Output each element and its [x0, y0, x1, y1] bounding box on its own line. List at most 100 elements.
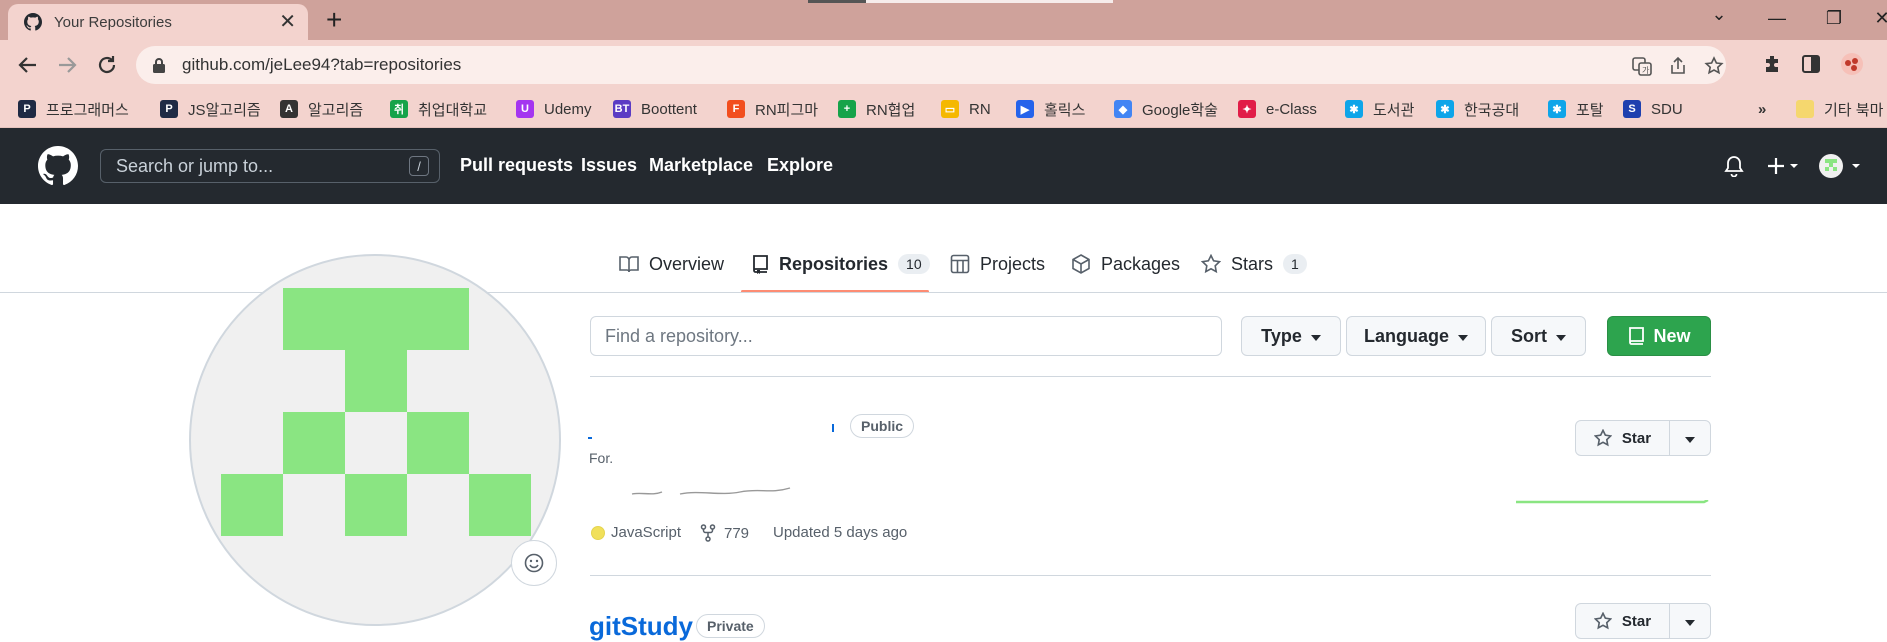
bookmark-favicon-icon: ✱ [1345, 100, 1363, 118]
browser-tab-active[interactable]: Your Repositories ✕ [8, 4, 308, 40]
user-avatar-dropdown-icon[interactable] [1818, 153, 1862, 179]
tab-search-chevron-icon[interactable]: ⌄ [1707, 4, 1731, 25]
language-color-dot [591, 525, 605, 540]
repo-icon [1629, 327, 1645, 345]
tab-overview[interactable]: Overview [619, 252, 724, 276]
repo-icon [753, 255, 768, 274]
visibility-badge: Public [850, 414, 915, 438]
stars-count-badge: 1 [1283, 254, 1307, 274]
project-table-icon [950, 254, 970, 274]
star-button-label: Star [1621, 429, 1652, 447]
forward-arrow-icon[interactable] [55, 53, 79, 77]
tab-stars[interactable]: Stars 1 [1201, 252, 1307, 276]
bookmark-item[interactable]: ✱ 포탈 [1548, 97, 1604, 121]
bookmark-item[interactable]: ▭ RN [941, 97, 991, 121]
bookmark-item[interactable]: ◆ Google학술 [1114, 97, 1218, 121]
chevron-down-icon [1458, 334, 1468, 341]
bookmark-item[interactable]: 취 취업대학교 [390, 97, 487, 121]
back-arrow-icon[interactable] [16, 53, 40, 77]
tab-repositories-label: Repositories [779, 253, 889, 274]
bookmark-favicon-icon: P [18, 100, 36, 118]
notifications-bell-icon[interactable] [1724, 155, 1744, 177]
github-header: Search or jump to... / Pull requests Iss… [0, 128, 1887, 204]
list-divider [590, 575, 1711, 576]
search-placeholder: Search or jump to... [116, 155, 274, 176]
star-list-dropdown[interactable] [1670, 421, 1710, 455]
new-tab-plus-icon[interactable]: + [326, 6, 342, 34]
new-button-label: New [1653, 325, 1691, 346]
bookmark-favicon-icon: F [727, 100, 745, 118]
repo-name-link[interactable]: gitStudy [589, 611, 693, 642]
tab-overview-label: Overview [649, 253, 725, 274]
bookmark-favicon-icon: ✱ [1436, 100, 1454, 118]
new-repository-button[interactable]: New [1607, 316, 1711, 356]
bookmark-item[interactable]: S SDU [1623, 97, 1683, 121]
bookmark-label: Udemy [544, 100, 592, 118]
star-list-dropdown[interactable] [1670, 604, 1710, 638]
profile-avatar[interactable] [189, 254, 561, 626]
tab-packages[interactable]: Packages [1071, 252, 1180, 276]
bookmark-item[interactable]: F RN피그마 [727, 97, 818, 121]
chevron-down-icon [1556, 334, 1566, 341]
side-panel-icon[interactable] [1800, 53, 1822, 75]
bookmarks-overflow-icon[interactable]: » [1758, 97, 1766, 121]
bookmarks-bar: » 기타 북마 P 프로그래머스 P JS알고리즘 A 알고리즘 취 취업대학교 U Udemy B… [0, 90, 1887, 128]
restore-window-icon[interactable]: ❐ [1822, 8, 1846, 29]
bookmark-star-icon[interactable] [1704, 56, 1724, 76]
close-window-icon[interactable]: ✕ [1870, 8, 1887, 29]
bookmark-favicon-icon: ✱ [1548, 100, 1566, 118]
bookmark-label: e-Class [1266, 100, 1317, 118]
tab-repositories[interactable]: Repositories 10 [751, 252, 930, 276]
browser-tab-strip: Your Repositories ✕ + ⌄ — ❐ ✕ [0, 0, 1887, 40]
bookmark-label: RN피그마 [755, 101, 819, 119]
avatar-pixel [221, 474, 283, 536]
bookmark-item[interactable]: + RN협업 [838, 97, 915, 121]
language-filter-button[interactable]: Language [1346, 316, 1486, 356]
bookmark-item[interactable]: P 프로그래머스 [18, 97, 129, 121]
extensions-puzzle-icon[interactable] [1762, 53, 1784, 75]
bookmark-item[interactable]: ▶ 홀릭스 [1016, 97, 1085, 121]
find-repository-input[interactable]: Find a repository... [590, 316, 1222, 356]
nav-marketplace[interactable]: Marketplace [649, 155, 753, 176]
bookmark-item[interactable]: ✱ 한국공대 [1436, 97, 1519, 121]
tab-strip-highlight-dark [808, 0, 866, 3]
svg-text:가: 가 [1642, 66, 1650, 75]
bookmark-item[interactable]: BT Boottent [613, 97, 697, 121]
star-button[interactable]: Star [1576, 604, 1670, 638]
translate-icon[interactable]: 가 [1632, 56, 1652, 76]
nav-explore[interactable]: Explore [767, 155, 833, 176]
tab-projects[interactable]: Projects [950, 252, 1045, 276]
repo-forks-link[interactable]: 779 [700, 524, 749, 542]
star-button[interactable]: Star [1576, 421, 1670, 455]
address-bar[interactable]: github.com/jeLee94?tab=repositories 가 [136, 46, 1726, 84]
repositories-count-badge: 10 [898, 254, 930, 274]
chevron-down-icon [1685, 619, 1695, 626]
tab-close-icon[interactable]: ✕ [279, 12, 296, 32]
bookmark-label: Google학술 [1142, 101, 1218, 119]
chevron-down-icon [1685, 436, 1695, 443]
github-search-input[interactable]: Search or jump to... / [100, 149, 440, 183]
share-icon[interactable] [1668, 56, 1688, 76]
bookmark-item[interactable]: ✦ e-Class [1238, 97, 1317, 121]
bookmark-label: 취업대학교 [418, 101, 488, 119]
language-filter-label: Language [1363, 325, 1449, 346]
other-bookmarks-folder[interactable]: 기타 북마 [1796, 97, 1883, 121]
create-new-plus-dropdown-icon[interactable] [1766, 155, 1802, 177]
bookmark-item[interactable]: ✱ 도서관 [1345, 97, 1414, 121]
bookmark-item[interactable]: A 알고리즘 [280, 97, 363, 121]
sort-filter-button[interactable]: Sort [1491, 316, 1586, 356]
avatar-pixel [407, 412, 469, 474]
set-status-button[interactable] [511, 540, 557, 586]
package-icon [1072, 254, 1090, 274]
profile-avatar-icon[interactable] [1838, 51, 1868, 77]
reload-icon[interactable] [95, 53, 119, 77]
nav-pull-requests[interactable]: Pull requests [460, 155, 573, 176]
url-text: github.com/jeLee94?tab=repositories [182, 55, 462, 74]
github-logo-icon[interactable] [38, 146, 78, 186]
nav-issues[interactable]: Issues [581, 155, 637, 176]
bookmark-item[interactable]: U Udemy [516, 97, 592, 121]
minimize-window-icon[interactable]: — [1765, 8, 1789, 29]
bookmark-item[interactable]: P JS알고리즘 [160, 97, 261, 121]
bookmark-favicon-icon: S [1623, 100, 1641, 118]
type-filter-button[interactable]: Type [1241, 316, 1341, 356]
